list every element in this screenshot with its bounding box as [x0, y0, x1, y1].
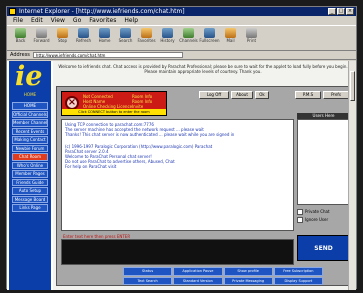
checkbox-icon: [297, 217, 303, 223]
menu-favorites[interactable]: Favorites: [89, 16, 116, 25]
user-list[interactable]: [297, 119, 350, 205]
main-content: Welcome to iefriends chat. Chat access i…: [53, 61, 356, 290]
show-profile-button[interactable]: Show profile: [223, 267, 273, 276]
fullscreen-icon: [204, 28, 215, 38]
ok-button[interactable]: Ok: [255, 91, 269, 99]
nav-item[interactable]: HOME: [12, 102, 48, 110]
menu-file[interactable]: File: [13, 16, 23, 25]
address-input[interactable]: http://www.iefriends.com/chat.htm: [32, 52, 183, 58]
pms-button[interactable]: P.M.S: [295, 91, 321, 99]
back-icon: [15, 28, 26, 38]
chat-log[interactable]: Using TCP connection to parachat.com:777…: [61, 119, 294, 231]
fullscreen-button[interactable]: Fullscreen: [199, 26, 220, 50]
minimize-button[interactable]: _: [328, 8, 336, 15]
scrollbar-thumb[interactable]: [350, 71, 355, 101]
stop-button[interactable]: Stop: [52, 26, 73, 50]
favorites-button[interactable]: Favorites: [136, 26, 157, 50]
nav-item[interactable]: Message Board: [12, 195, 48, 203]
logo-subtitle: HOME: [23, 92, 37, 97]
browser-window: Internet Explorer - [http://www.iefriend…: [6, 6, 357, 290]
menu-edit[interactable]: Edit: [31, 16, 43, 25]
nav-item[interactable]: Making Contact: [12, 136, 48, 144]
nav-item-active[interactable]: Chat Room: [12, 153, 48, 161]
about-button[interactable]: About: [231, 91, 253, 99]
chat-applet: × Not Connected Host Name Online Checkin…: [56, 86, 354, 286]
search-button[interactable]: Search: [115, 26, 136, 50]
history-button[interactable]: History: [157, 26, 178, 50]
connect-note: Click CONNECT button to enter the room: [62, 109, 166, 115]
mail-icon: [225, 28, 236, 38]
menu-help[interactable]: Help: [124, 16, 138, 25]
address-label: Address: [10, 52, 30, 58]
mail-button[interactable]: Mail: [220, 26, 241, 50]
bottom-button-bar: Status Application Pause Show profile Fr…: [123, 267, 323, 285]
forward-icon: [36, 28, 47, 38]
nav-item[interactable]: Auto Setup: [12, 187, 48, 195]
nav-item[interactable]: Recent Events: [12, 127, 48, 135]
private-messaging-button[interactable]: Private Messaging: [223, 276, 273, 285]
chat-log-spacer: [65, 137, 290, 144]
text-search-button[interactable]: Text Search: [123, 276, 173, 285]
page-scrollbar[interactable]: [348, 61, 356, 290]
checkbox-icon: [297, 209, 303, 215]
prefs-button[interactable]: Prefs: [323, 91, 349, 99]
nav-item[interactable]: Who's Online: [12, 161, 48, 169]
site-logo[interactable]: ie: [13, 61, 47, 92]
menu-go[interactable]: Go: [73, 16, 81, 25]
search-icon: [120, 28, 131, 38]
nav-item[interactable]: Official Channels: [12, 110, 48, 118]
menu-view[interactable]: View: [51, 16, 65, 25]
window-title: Internet Explorer - [http://www.iefriend…: [19, 8, 185, 15]
stop-sign-icon: ×: [65, 96, 79, 110]
refresh-button[interactable]: Refresh: [73, 26, 94, 50]
maximize-button[interactable]: □: [337, 8, 345, 15]
title-bar: Internet Explorer - [http://www.iefriend…: [7, 7, 356, 16]
nav-item[interactable]: Links Page: [12, 204, 48, 212]
nav-item[interactable]: Member Pages: [12, 170, 48, 178]
free-subscription-button[interactable]: Free Subscription: [273, 267, 323, 276]
intro-text: Welcome to iefriends chat. Chat access i…: [58, 64, 348, 74]
address-bar: Address http://www.iefriends.com/chat.ht…: [7, 51, 356, 60]
nav-item[interactable]: Newbie Forum: [12, 144, 48, 152]
private-chat-checkbox[interactable]: Private Chat: [297, 209, 330, 215]
browser-icon: [9, 8, 16, 15]
left-navigation: ie HOME HOME Official Channels Member Ch…: [9, 61, 51, 290]
back-button[interactable]: Back: [10, 26, 31, 50]
print-button[interactable]: Print: [241, 26, 262, 50]
send-button[interactable]: SEND: [297, 235, 350, 261]
channels-icon: [183, 28, 194, 38]
chat-log-line: For help on ParaChat visit: [65, 164, 117, 169]
print-icon: [246, 28, 257, 38]
forward-button[interactable]: Forward: [31, 26, 52, 50]
toolbar: Back Forward Stop Refresh Home Search Fa…: [7, 25, 356, 51]
home-icon: [99, 28, 110, 38]
home-button[interactable]: Home: [94, 26, 115, 50]
favorites-icon: [141, 28, 152, 38]
channels-button[interactable]: Channels: [178, 26, 199, 50]
stop-icon: [57, 28, 68, 38]
nav-list: HOME Official Channels Member Channels R…: [12, 102, 48, 213]
connection-status-panel: × Not Connected Host Name Online Checkin…: [61, 91, 167, 116]
application-pause-button[interactable]: Application Pause: [173, 267, 223, 276]
message-input[interactable]: [61, 239, 294, 265]
ignore-user-checkbox[interactable]: Ignore User: [297, 217, 328, 223]
status-button[interactable]: Status: [123, 267, 173, 276]
page-viewport: ie HOME HOME Official Channels Member Ch…: [7, 61, 356, 290]
nav-item[interactable]: Friends Guide: [12, 178, 48, 186]
window-controls: _ □ ×: [328, 8, 354, 15]
nav-item[interactable]: Member Channels: [12, 119, 48, 127]
close-button[interactable]: ×: [346, 8, 354, 15]
screen-frame: Internet Explorer - [http://www.iefriend…: [0, 0, 363, 293]
display-support-button[interactable]: Display Support: [273, 276, 323, 285]
history-icon: [162, 28, 173, 38]
menu-bar: File Edit View Go Favorites Help: [7, 16, 356, 25]
log-off-button[interactable]: Log Off: [199, 91, 229, 99]
standard-version-button[interactable]: Standard Version: [173, 276, 223, 285]
refresh-icon: [78, 28, 89, 38]
